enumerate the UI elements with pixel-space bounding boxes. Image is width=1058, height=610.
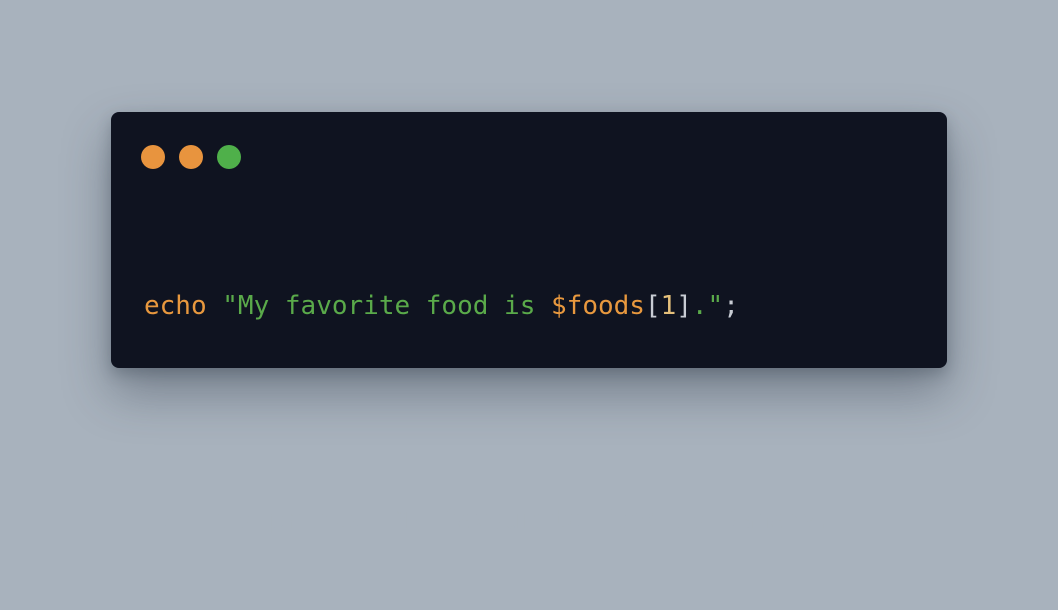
bracket-open-token: [ [644, 291, 661, 321]
terminator-token: ; [723, 291, 739, 321]
maximize-dot-icon[interactable] [217, 145, 241, 169]
window-controls [141, 145, 241, 169]
bracket-close-token: ] [676, 291, 692, 321]
code-block: echo "My favorite food is $foods[1]."; /… [144, 216, 848, 610]
comment-token: // This prints "My favourite food is Ban… [144, 505, 849, 535]
code-window: echo "My favorite food is $foods[1]."; /… [111, 112, 947, 535]
code-line-echo: echo "My favorite food is $foods[1]."; [144, 288, 848, 324]
minimize-dot-icon[interactable] [179, 145, 203, 169]
close-dot-icon[interactable] [141, 145, 165, 169]
index-token: 1 [660, 291, 677, 321]
keyword-token: echo [144, 291, 207, 321]
string-token: "My favorite food is [222, 291, 552, 321]
code-line-comment: // This prints "My favourite food is Ban… [144, 502, 848, 538]
string-close-token: ." [691, 291, 724, 321]
variable-token: $foods [551, 291, 645, 321]
